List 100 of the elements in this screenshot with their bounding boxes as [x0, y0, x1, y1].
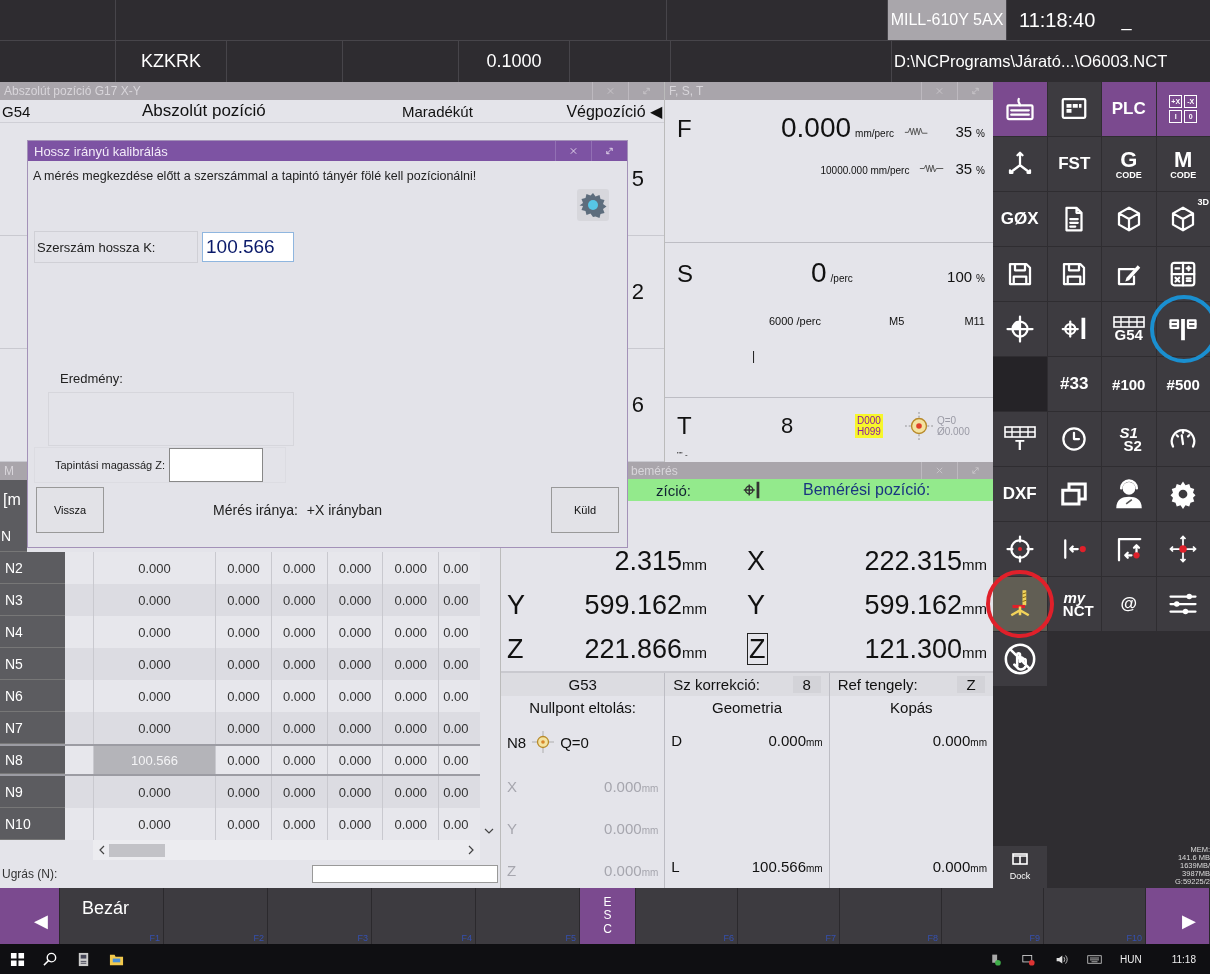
table-cell[interactable]: 0.000: [215, 746, 271, 774]
row-label: N3: [5, 591, 23, 608]
function-key[interactable]: ▶: [1146, 888, 1210, 944]
toolbar-button[interactable]: [1102, 247, 1156, 301]
function-key[interactable]: Bezár F1: [60, 888, 164, 944]
toolbar-button[interactable]: [1047, 82, 1101, 136]
table-row[interactable]: N8 100.566 0.000 0.000 0.000 0.000 0.00: [0, 744, 480, 776]
scroll-right-icon[interactable]: [468, 845, 474, 855]
speaker-icon[interactable]: [1054, 952, 1070, 966]
toolbar-button[interactable]: GØX: [993, 192, 1047, 246]
table-cell[interactable]: 0.000: [326, 746, 383, 774]
axis-label: Z: [747, 632, 768, 665]
machine-name: MILL-610Y 5AX: [888, 0, 1007, 40]
toolbar-button[interactable]: [1156, 467, 1210, 521]
network-error-icon[interactable]: [1021, 952, 1037, 966]
no-touch-icon: [1002, 642, 1037, 676]
toolbar-button[interactable]: #500: [1156, 357, 1210, 411]
table-row[interactable]: N5 0.000 0.000 0.000 0.000 0.000 0.00: [0, 648, 480, 680]
axis-label: Z: [507, 861, 517, 879]
row-header-cell[interactable]: N5: [0, 648, 65, 680]
wave-icon: [919, 163, 946, 174]
toolbar-button[interactable]: [993, 302, 1047, 356]
toolbar-button[interactable]: [993, 82, 1047, 136]
function-key[interactable]: ESC: [580, 888, 636, 944]
axis-label: Y: [507, 819, 517, 837]
row-header-cell[interactable]: N6: [0, 680, 65, 712]
toolbar-button[interactable]: G CODE: [1102, 137, 1156, 191]
row-header-cell[interactable]: N8: [0, 746, 65, 774]
toolbar-button[interactable]: #100: [1102, 357, 1156, 411]
toolbar-button[interactable]: [1156, 577, 1210, 631]
table-cell[interactable]: 0.00: [438, 746, 480, 774]
scroll-left-icon[interactable]: [99, 845, 105, 855]
toolbar-button[interactable]: #33: [1047, 357, 1101, 411]
toolbar-button[interactable]: [1102, 467, 1156, 521]
row-header-cell[interactable]: N3: [0, 584, 65, 616]
toolbar-button[interactable]: [1047, 302, 1101, 356]
jump-field[interactable]: [312, 865, 498, 883]
toolbar-button[interactable]: [1156, 302, 1210, 356]
horizontal-scrollbar[interactable]: [93, 840, 480, 860]
row-header-cell[interactable]: N7: [0, 712, 65, 744]
offset-title: Nullpont eltolás:: [529, 699, 637, 716]
row-label: N: [1, 527, 12, 544]
toolbar-button[interactable]: S1 S2: [1102, 412, 1156, 466]
row-header-cell[interactable]: N2: [0, 552, 65, 584]
minimize-button[interactable]: _: [1121, 9, 1132, 31]
toolbar-button[interactable]: [1102, 522, 1156, 576]
toolbar-button[interactable]: [1047, 412, 1101, 466]
scroll-down-icon[interactable]: [484, 828, 494, 834]
function-key[interactable]: ◀: [0, 888, 60, 944]
toolbar-button[interactable]: 3D: [1156, 192, 1210, 246]
toolbar-button[interactable]: PLC: [1102, 82, 1156, 136]
direction-value: +X irányban: [306, 502, 382, 518]
dock-button[interactable]: Dock: [993, 846, 1047, 888]
toolbar-button[interactable]: G54: [1102, 302, 1156, 356]
row-label: N6: [5, 687, 23, 704]
toolbar-button[interactable]: [1047, 192, 1101, 246]
row-header-cell[interactable]: N10: [0, 808, 65, 840]
settings-icon[interactable]: [577, 189, 609, 221]
toolbar-button[interactable]: [1047, 522, 1101, 576]
language-indicator[interactable]: HUN: [1120, 953, 1142, 965]
toolbar-button[interactable]: [993, 522, 1047, 576]
keyboard-icon[interactable]: [1087, 952, 1103, 966]
toolbar-button[interactable]: [993, 632, 1047, 686]
row-header-cell[interactable]: N4: [0, 616, 65, 648]
app-icon[interactable]: [76, 951, 91, 967]
wear-value: 0.000: [932, 857, 971, 875]
send-button[interactable]: Küld: [551, 487, 619, 533]
row-header-cell[interactable]: N9: [0, 776, 65, 808]
toolbar-button[interactable]: [1102, 192, 1156, 246]
back-button[interactable]: Vissza: [36, 487, 104, 533]
toolbar-button[interactable]: T: [993, 412, 1047, 466]
probe-height-field[interactable]: [169, 448, 264, 482]
search-icon[interactable]: [43, 951, 58, 967]
toolbar-button[interactable]: [1156, 412, 1210, 466]
toolbar-button[interactable]: [1156, 247, 1210, 301]
table-cell[interactable]: 0.000: [382, 746, 439, 774]
taskbar-clock[interactable]: 11:18: [1171, 953, 1196, 965]
table-cell[interactable]: 0.000: [270, 746, 327, 774]
table-row[interactable]: N: [0, 520, 27, 552]
tool-length-field[interactable]: 100.566: [202, 232, 294, 262]
toolbar-button[interactable]: M CODE: [1156, 137, 1210, 191]
toolbar-button[interactable]: @: [1102, 577, 1156, 631]
table-row[interactable]: N3 0.000 0.000 0.000 0.000 0.000 0.00: [0, 584, 480, 616]
toolbar-button[interactable]: my NCT: [1047, 577, 1101, 631]
toolbar-button[interactable]: [993, 137, 1047, 191]
toolbar-button[interactable]: DXF: [993, 467, 1047, 521]
reference-axis-label: Ref tengely:: [837, 676, 918, 693]
start-icon[interactable]: [10, 951, 25, 967]
table-row[interactable]: N9 0.000 0.000 0.000 0.000 0.000 0.00: [0, 776, 480, 808]
scroll-thumb[interactable]: [109, 843, 165, 857]
toolbar-button[interactable]: [1047, 247, 1101, 301]
row-label: N7: [5, 719, 23, 736]
target-icon: [904, 412, 933, 440]
toolbar-button[interactable]: [1047, 467, 1101, 521]
toolbar-button[interactable]: FST: [1047, 137, 1101, 191]
toolbar-button[interactable]: [993, 247, 1047, 301]
row-label: N10: [5, 815, 31, 832]
result-label: Eredmény:: [60, 371, 123, 386]
table-row[interactable]: N7 0.000 0.000 0.000 0.000 0.000 0.00: [0, 712, 480, 744]
toolbar-button[interactable]: [1156, 522, 1210, 576]
